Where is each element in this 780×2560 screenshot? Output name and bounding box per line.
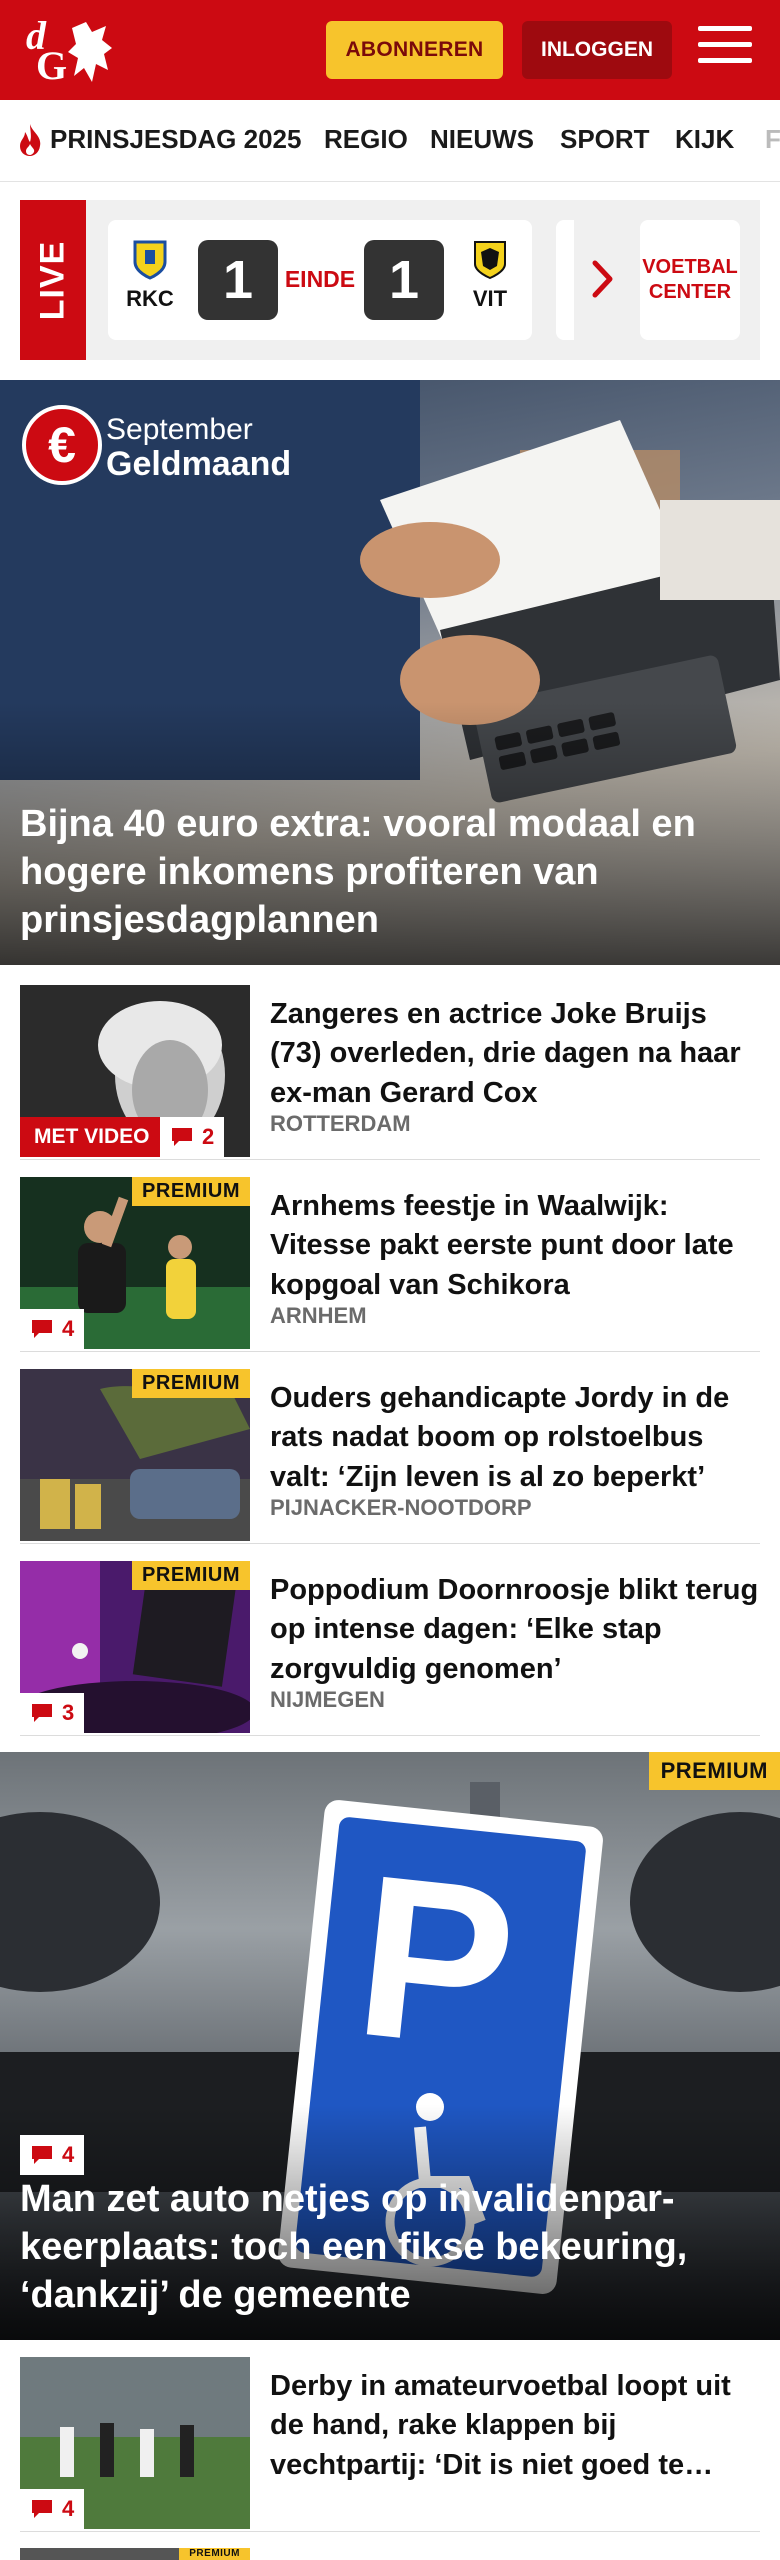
match-card[interactable]: RKC 1 EINDE 1 VIT [108,220,532,340]
subscribe-button[interactable]: ABONNEREN [326,21,503,79]
comment-count[interactable]: 4 [20,2135,85,2175]
site-logo[interactable]: d G [22,12,118,88]
home-team: RKC [120,240,180,312]
feature-article[interactable]: P PREMIUM 4 Man zet auto netjes op inval… [0,1752,780,2340]
comment-icon [32,2146,52,2164]
article-thumbnail: PREMIUM 4 [20,1177,250,1349]
premium-badge: PREMIUM [132,1177,250,1206]
nav-item-sport[interactable]: SPORT [560,124,650,155]
griffin-icon [68,22,112,82]
next-match-card[interactable] [556,220,574,340]
top-bar: d G ABONNEREN INLOGGEN [0,0,780,100]
comment-count[interactable]: 4 [20,2489,85,2529]
premium-badge: PREMIUM [132,1369,250,1398]
hero-title[interactable]: Bijna 40 euro extra: vooral modaal en ho… [20,801,760,945]
away-team: VIT [460,240,520,312]
premium-badge: PREMIUM [648,1752,780,1790]
away-team-name: VIT [472,286,508,311]
vitesse-crest-icon [474,241,506,280]
comment-count[interactable]: 4 [20,1309,85,1349]
nav-item-regio[interactable]: REGIO [324,124,408,155]
article-title[interactable]: Arnhems feestje in Waalwijk: Vitesse pak… [270,1187,760,1305]
section-nav: PRINSJESDAG 2025 REGIO NIEUWS SPORT KIJK… [0,100,780,182]
premium-badge: PREMIUM [179,2548,250,2560]
video-badge: MET VIDEO [20,1117,164,1157]
home-team-name: RKC [126,286,174,311]
article-location: NIJMEGEN [270,1687,385,1712]
comment-count[interactable]: 3 [20,1693,85,1733]
article-row[interactable]: PREMIUM [20,2548,760,2560]
comment-icon [172,1128,192,1146]
away-score: 1 [364,240,444,320]
live-scores: LIVE RKC 1 EINDE 1 VIT VOETBAL CENTER [20,200,760,360]
nav-item-prinsjesdag[interactable]: PRINSJESDAG 2025 [50,124,301,155]
article-thumbnail: 4 [20,2357,250,2529]
article-title[interactable]: Derby in amateurvoetbal loopt uit de han… [270,2367,760,2485]
article-location: ROTTERDAM [270,1111,411,1136]
badge-name: Geldmaand [106,445,292,483]
article-row[interactable]: 4 Derby in amateurvoetbal loopt uit de h… [20,2357,760,2532]
article-title[interactable]: Ouders gehandicapte Jordy in de rats nad… [270,1379,760,1497]
login-button[interactable]: INLOGGEN [522,21,672,79]
nav-item-overflow[interactable]: F [765,124,780,155]
article-thumbnail: PREMIUM 3 [20,1561,250,1733]
flame-icon [20,124,41,156]
comment-icon [32,1704,52,1722]
feature-title[interactable]: Man zet auto netjes op invalidenpar­keer… [20,2176,760,2320]
hamburger-menu-icon[interactable] [698,26,752,72]
article-location: ARNHEM [270,1303,367,1328]
chevron-right-icon[interactable] [590,258,616,300]
nav-item-nieuws[interactable]: NIEUWS [430,124,534,155]
article-row[interactable]: PREMIUM 3 Poppodium Doornroosje blikt te… [20,1561,760,1736]
rkc-crest-icon [133,240,167,280]
euro-icon: € [22,405,102,485]
article-location: PIJNACKER-NOOTDORP [270,1495,532,1520]
hero-article[interactable]: € September Geldmaand Bijna 40 euro extr… [0,380,780,965]
article-thumbnail: MET VIDEO 2 [20,985,250,1157]
comment-count[interactable]: 2 [160,1117,225,1157]
badge-month: September [106,413,253,446]
nav-item-kijk[interactable]: KIJK [675,124,734,155]
home-score: 1 [198,240,278,320]
article-row[interactable]: PREMIUM Ouders gehandicapte Jordy in de … [20,1369,760,1544]
article-title[interactable]: Poppodium Doornroosje blikt terug op int… [270,1571,760,1689]
voetbal-center-link[interactable]: VOETBAL CENTER [640,220,740,340]
article-thumbnail: PREMIUM [20,2548,250,2560]
comment-icon [32,2500,52,2518]
article-thumbnail: PREMIUM [20,1369,250,1541]
article-title[interactable]: Zangeres en actrice Joke Bruijs (73) ove… [270,995,760,1113]
comment-icon [32,1320,52,1338]
article-row[interactable]: PREMIUM 4 Arnhems feestje in Waalwijk: V… [20,1177,760,1352]
live-tag: LIVE [20,200,86,360]
match-status: EINDE [284,266,356,292]
premium-badge: PREMIUM [132,1561,250,1590]
article-row[interactable]: MET VIDEO 2 Zangeres en actrice Joke Bru… [20,985,760,1160]
